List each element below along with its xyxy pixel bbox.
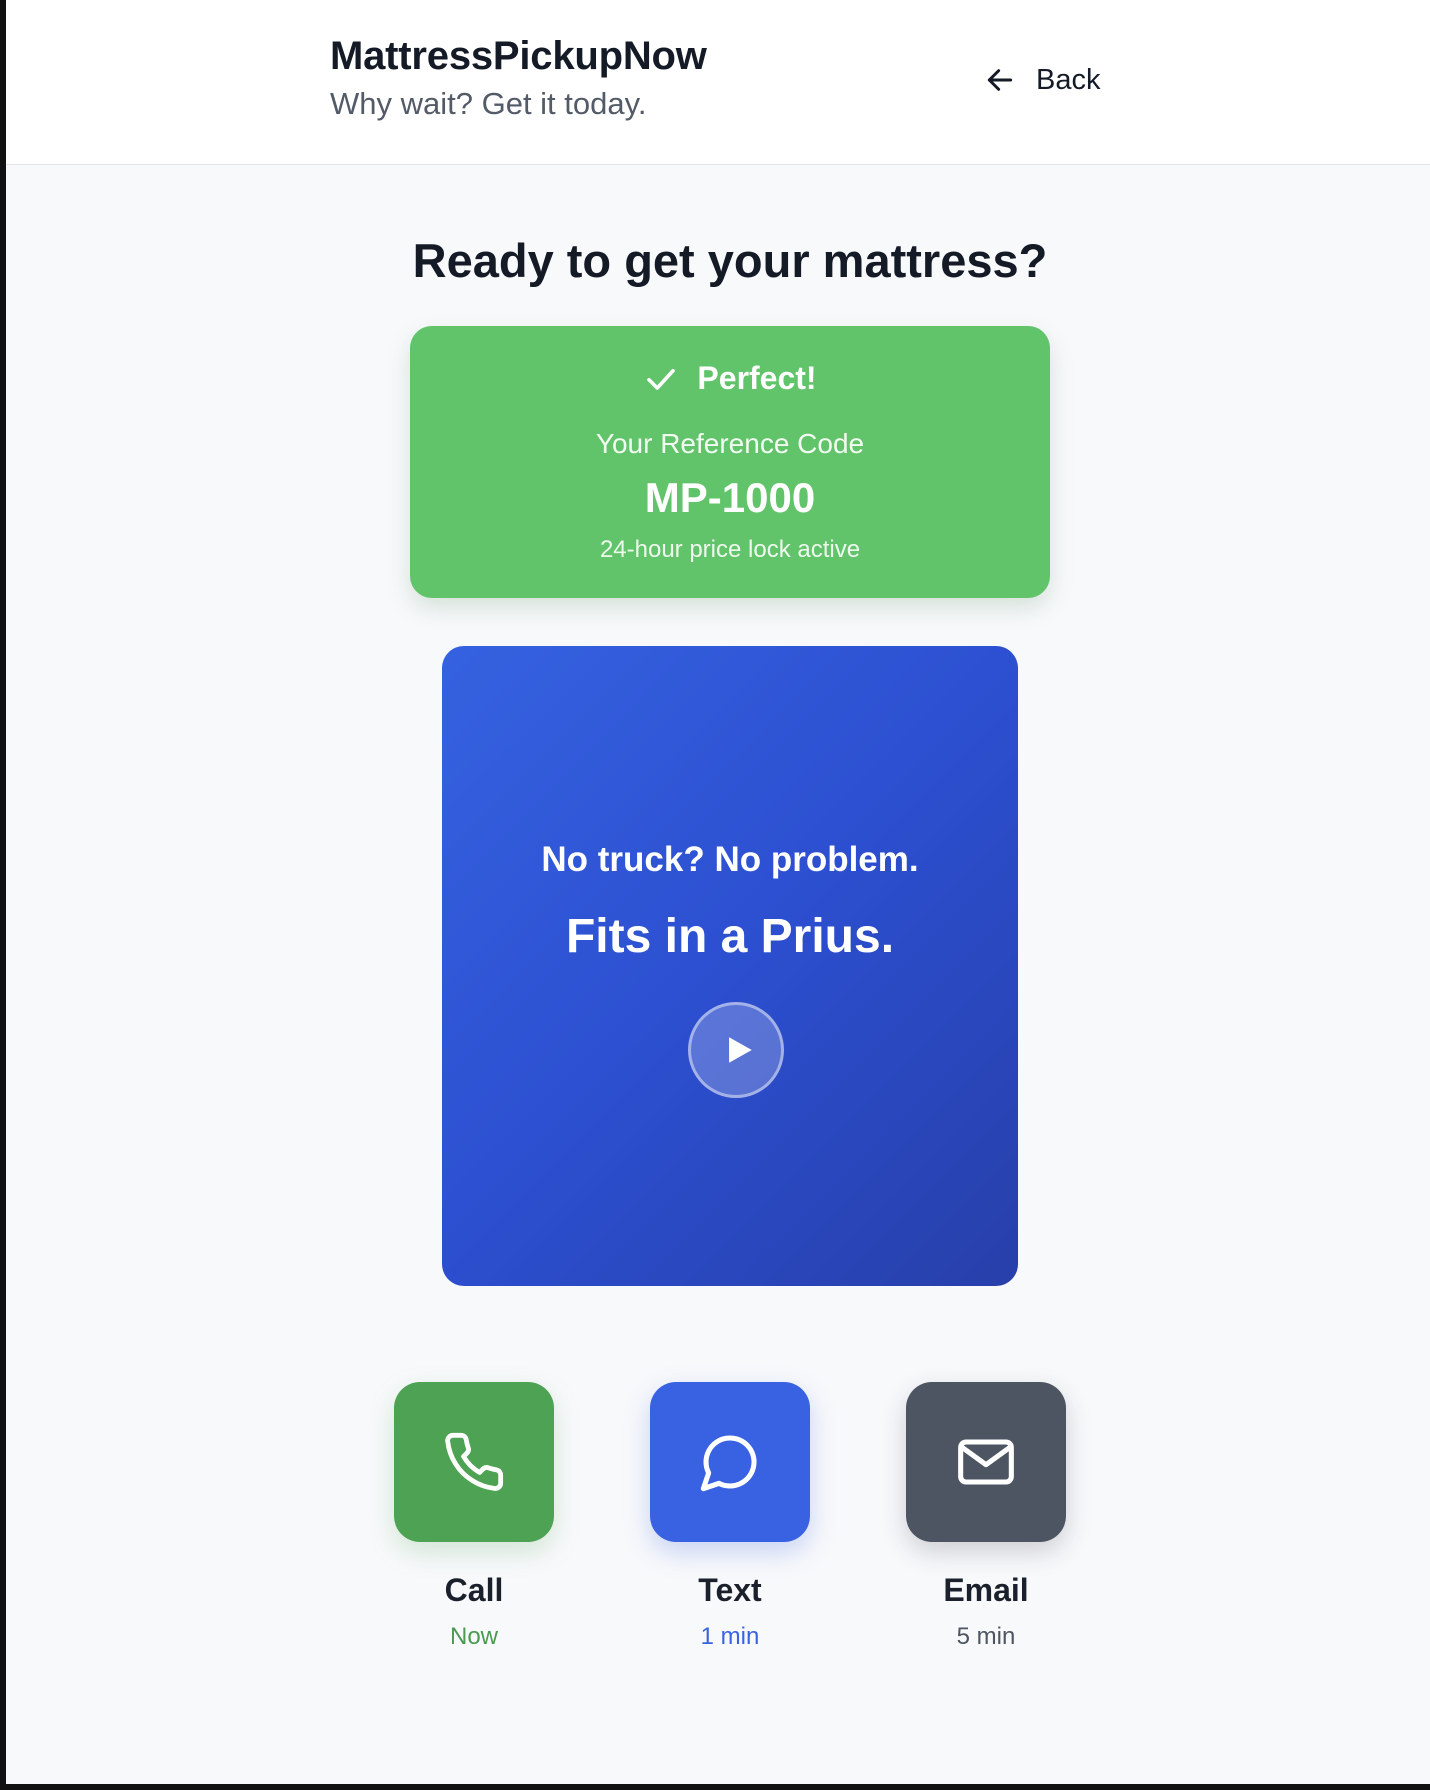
contact-option-text[interactable]: Text 1 min (650, 1382, 810, 1652)
reference-code: MP-1000 (644, 474, 816, 521)
play-icon (729, 1037, 752, 1063)
chat-bubble-icon (700, 1435, 757, 1492)
phone-icon (445, 1432, 504, 1491)
text-label: Text (698, 1572, 762, 1608)
arrow-left-icon (987, 69, 1013, 91)
price-lock-note: 24-hour price lock active (599, 536, 861, 563)
reference-label: Your Reference Code (595, 428, 865, 459)
brand-title: MattressPickupNow (330, 34, 707, 78)
confirmation-card: Perfect! Your Reference Code MP-1000 24-… (410, 326, 1050, 598)
top-header: MattressPickupNow Why wait? Get it today… (6, 0, 1430, 165)
confirmation-title-row: Perfect! (410, 360, 1050, 397)
back-button[interactable]: Back (984, 56, 1100, 104)
text-eta: 1 min (700, 1623, 760, 1650)
promo-video-card[interactable]: No truck? No problem. Fits in a Prius. (442, 646, 1018, 1286)
call-eta: Now (449, 1623, 498, 1650)
contact-option-email[interactable]: Email 5 min (906, 1382, 1066, 1652)
brand-tagline: Why wait? Get it today. (330, 86, 647, 121)
page-headline: Ready to get your mattress? (412, 234, 1048, 287)
email-eta: 5 min (956, 1623, 1016, 1650)
call-label: Call (444, 1572, 504, 1608)
email-label: Email (943, 1572, 1029, 1608)
promo-line-2: Fits in a Prius. (565, 910, 895, 963)
app-window: MattressPickupNow Why wait? Get it today… (6, 0, 1430, 1784)
confirmation-title: Perfect! (697, 360, 817, 396)
promo-line-1: No truck? No problem. (541, 840, 919, 879)
back-label: Back (1036, 63, 1101, 96)
call-button[interactable] (394, 1382, 554, 1542)
play-button[interactable] (688, 1002, 784, 1098)
email-button[interactable] (906, 1382, 1066, 1542)
contact-option-call[interactable]: Call Now (394, 1382, 554, 1652)
mail-icon (958, 1439, 1014, 1485)
checkmark-icon (647, 368, 676, 390)
brand: MattressPickupNow Why wait? Get it today… (330, 30, 707, 124)
text-button[interactable] (650, 1382, 810, 1542)
